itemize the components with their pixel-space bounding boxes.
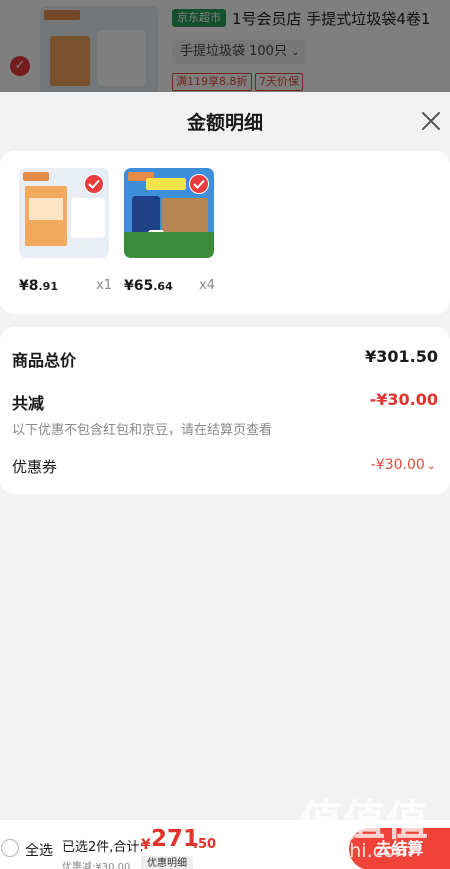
product-price: ¥65.64 <box>124 278 173 294</box>
coupon-value: -¥30.00 <box>370 457 425 473</box>
summary-card: 商品总价 ¥301.50 共减 -¥30.00 以下优惠不包含红包和京豆，请在结… <box>0 327 450 494</box>
total-price-value: ¥301.50 <box>365 347 438 366</box>
coupon-label: 优惠券 <box>12 458 58 476</box>
sheet-header: 金额明细 <box>0 92 450 150</box>
select-all-checkbox[interactable] <box>1 839 19 857</box>
watermark-url: zhizhi.com <box>312 840 414 862</box>
reduce-label: 共减 <box>12 394 45 413</box>
total-currency: ¥ <box>141 837 151 853</box>
discount-detail-button[interactable]: 优惠明细 <box>141 856 193 869</box>
product-item[interactable]: ¥8.91 x1 <box>19 168 112 294</box>
discount-summary: 优惠减:¥30.00 <box>62 862 131 869</box>
product-item[interactable]: ¥65.64 x4 <box>124 168 215 294</box>
product-quantity: x4 <box>199 278 215 293</box>
product-quantity: x1 <box>96 278 112 293</box>
total-amount-integer: 271 <box>151 826 200 852</box>
selected-check-icon <box>84 174 104 194</box>
watermark-text: 没得 <box>264 822 297 841</box>
modal-backdrop[interactable] <box>0 0 450 95</box>
selected-count-text: 已选2件,合计: <box>62 840 144 855</box>
sheet-title: 金额明细 <box>186 112 263 134</box>
products-card: ¥8.91 x1 ¥65.64 x4 <box>0 151 450 314</box>
amount-detail-sheet: 金额明细 ¥8.91 x1 ¥65.64 x4 商品总价 ¥301.50 共减 … <box>0 92 450 820</box>
total-amount-decimal: .50 <box>193 837 217 852</box>
selected-check-icon <box>189 174 209 194</box>
product-thumbnail <box>19 168 109 258</box>
close-icon[interactable] <box>418 108 444 134</box>
chevron-down-icon: ⌄ <box>426 459 436 472</box>
watermark-logo: 值值值 <box>300 796 430 845</box>
coupon-row-toggle[interactable]: -¥30.00 ⌄ <box>371 457 436 473</box>
total-price-label: 商品总价 <box>12 351 77 370</box>
select-all-label[interactable]: 全选 <box>25 840 53 860</box>
reduce-note: 以下优惠不包含红包和京豆，请在结算页查看 <box>12 423 273 438</box>
product-price: ¥8.91 <box>19 278 58 294</box>
reduce-value: -¥30.00 <box>369 390 438 409</box>
product-thumbnail <box>124 168 214 258</box>
